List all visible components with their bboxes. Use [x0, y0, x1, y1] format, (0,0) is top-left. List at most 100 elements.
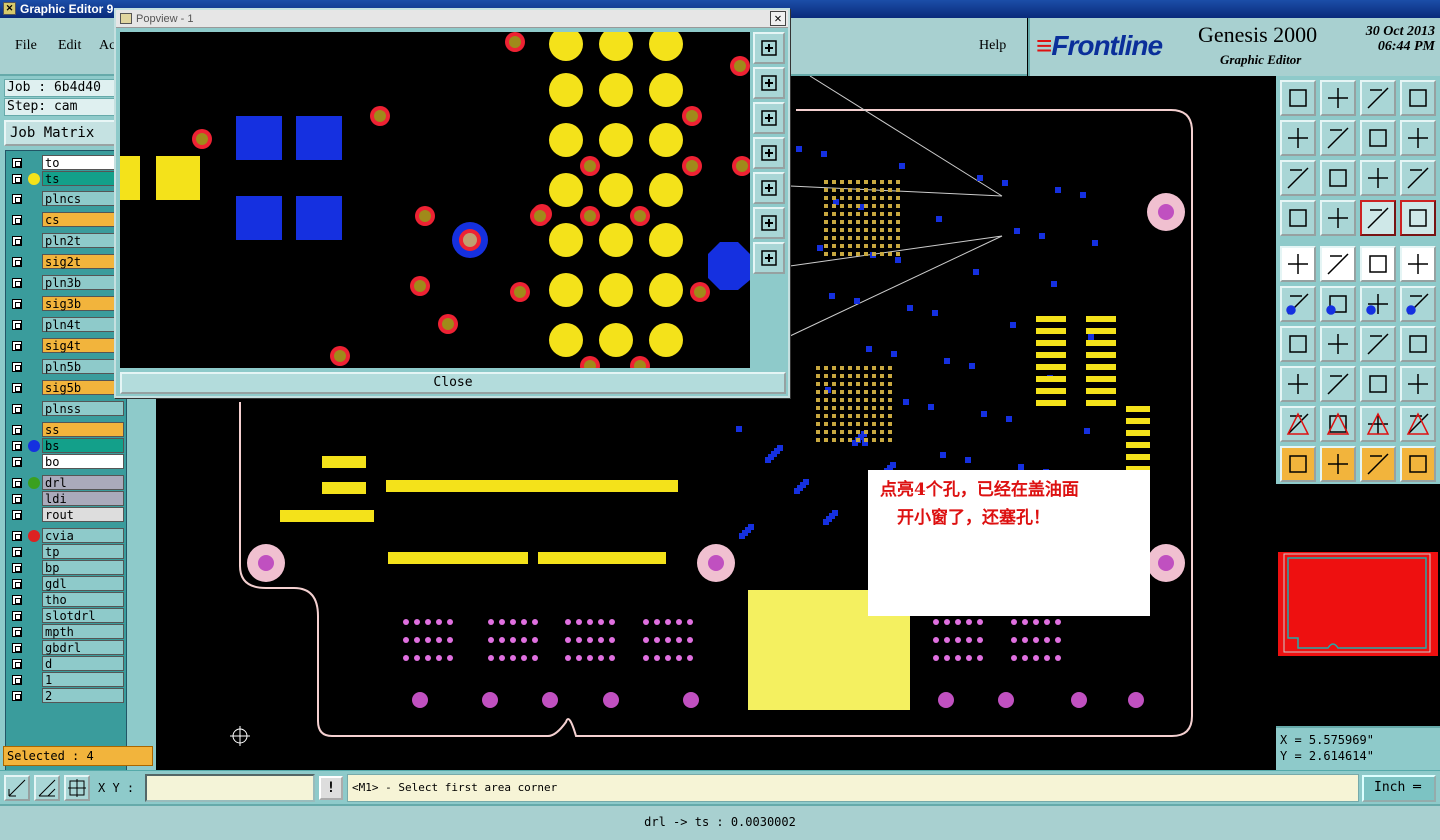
add-line-button[interactable] — [1320, 246, 1356, 282]
layer-name[interactable]: sig3b — [42, 296, 124, 311]
layer-name[interactable]: ldi — [42, 491, 124, 506]
layer-row-d[interactable]: d — [8, 656, 128, 672]
layer-name[interactable]: tho — [42, 592, 124, 607]
layer-checkbox[interactable] — [12, 257, 22, 267]
layer-checkbox[interactable] — [12, 611, 22, 621]
layer-row-cs[interactable]: cs — [8, 212, 128, 228]
layer-name[interactable]: pln4t — [42, 317, 124, 332]
layer-row-ts[interactable]: ts — [8, 171, 128, 187]
layer-checkbox[interactable] — [12, 595, 22, 605]
layer-checkbox[interactable] — [12, 215, 22, 225]
layer-name[interactable]: 1 — [42, 672, 124, 687]
layer-row-ldi[interactable]: ldi — [8, 491, 128, 507]
layer-name[interactable]: pln5b — [42, 359, 124, 374]
layer-name[interactable]: gdl — [42, 576, 124, 591]
delete-button[interactable] — [1320, 286, 1356, 322]
pan-up-button[interactable] — [753, 67, 785, 99]
path-button[interactable] — [1400, 446, 1436, 482]
net-alt-button[interactable] — [1400, 200, 1436, 236]
zoom-out-button[interactable] — [753, 242, 785, 274]
layer-row-plncs[interactable]: plncs — [8, 191, 128, 207]
pan-down-button[interactable] — [753, 102, 785, 134]
layer-row-tho[interactable]: tho — [8, 592, 128, 608]
zoom-fit-button[interactable] — [753, 207, 785, 239]
layer-row-pln4t[interactable]: pln4t — [8, 317, 128, 333]
layer-checkbox[interactable] — [12, 457, 22, 467]
snake-button[interactable] — [1400, 120, 1436, 156]
swap-button[interactable] — [1360, 120, 1396, 156]
layer-checkbox[interactable] — [12, 563, 22, 573]
net-button[interactable] — [1360, 200, 1396, 236]
grid-button[interactable] — [64, 775, 90, 801]
layer-row-tp[interactable]: tp — [8, 544, 128, 560]
layer-row-bp[interactable]: bp — [8, 560, 128, 576]
zoom-in-button[interactable] — [753, 32, 785, 64]
menu-file[interactable]: File — [15, 38, 37, 54]
copy-button[interactable] — [1400, 366, 1436, 402]
layer-row-bo[interactable]: bo — [8, 454, 128, 470]
pointer-button[interactable] — [1280, 446, 1316, 482]
layer-checkbox[interactable] — [12, 579, 22, 589]
layer-row-sig2t[interactable]: sig2t — [8, 254, 128, 270]
layer-name[interactable]: slotdrl — [42, 608, 124, 623]
layer-row-mpth[interactable]: mpth — [8, 624, 128, 640]
layer-name[interactable]: d — [42, 656, 124, 671]
layer-checkbox[interactable] — [12, 194, 22, 204]
layer-checkbox[interactable] — [12, 691, 22, 701]
layer-name[interactable]: gbdrl — [42, 640, 124, 655]
draw-line-button[interactable] — [1320, 326, 1356, 362]
snap-button[interactable] — [34, 775, 60, 801]
layer-name[interactable]: drl — [42, 475, 124, 490]
layer-checkbox[interactable] — [12, 425, 22, 435]
layer-checkbox[interactable] — [12, 659, 22, 669]
scale-button[interactable] — [1360, 366, 1396, 402]
layer-checkbox[interactable] — [12, 320, 22, 330]
layer-name[interactable]: to — [42, 155, 124, 170]
layer-row-sig3b[interactable]: sig3b — [8, 296, 128, 312]
pad-move-button[interactable] — [1280, 366, 1316, 402]
layer-checkbox[interactable] — [12, 362, 22, 372]
layer-checkbox[interactable] — [12, 547, 22, 557]
pan-left-button[interactable] — [753, 137, 785, 169]
layer-name[interactable]: sig4t — [42, 338, 124, 353]
layer-name[interactable]: sig5b — [42, 380, 124, 395]
layer-name[interactable]: ts — [42, 171, 124, 186]
layer-name[interactable]: 2 — [42, 688, 124, 703]
layer-checkbox[interactable] — [12, 383, 22, 393]
layer-name[interactable]: mpth — [42, 624, 124, 639]
layer-row-2[interactable]: 2 — [8, 688, 128, 704]
move-left-button[interactable] — [1280, 120, 1316, 156]
help-button[interactable] — [1400, 160, 1436, 196]
menu-actions[interactable]: Ac — [99, 38, 115, 54]
layer-row-pln5b[interactable]: pln5b — [8, 359, 128, 375]
layer-name[interactable]: pln2t — [42, 233, 124, 248]
layer-name[interactable]: cvia — [42, 528, 124, 543]
arc-button[interactable] — [1360, 326, 1396, 362]
layer-checkbox[interactable] — [12, 278, 22, 288]
add-pad-button[interactable] — [1280, 246, 1316, 282]
layer-checkbox[interactable] — [12, 510, 22, 520]
drc2-button[interactable] — [1320, 406, 1356, 442]
layer-row-bs[interactable]: bs — [8, 438, 128, 454]
layer-row-ss[interactable]: ss — [8, 422, 128, 438]
layer-checkbox[interactable] — [12, 236, 22, 246]
layer-checkbox[interactable] — [12, 627, 22, 637]
layer-row-cvia[interactable]: cvia — [8, 528, 128, 544]
layer-name[interactable]: cs — [42, 212, 124, 227]
popview-close-button[interactable]: Close — [120, 372, 786, 394]
layer-row-gdl[interactable]: gdl — [8, 576, 128, 592]
layer-row-plnss[interactable]: plnss — [8, 401, 128, 417]
layer-row-sig4t[interactable]: sig4t — [8, 338, 128, 354]
layer-name[interactable]: tp — [42, 544, 124, 559]
connect-button[interactable] — [1280, 286, 1316, 322]
xy-input[interactable] — [145, 774, 315, 802]
fit-button[interactable] — [1280, 160, 1316, 196]
layer-name[interactable]: ss — [42, 422, 124, 437]
move-right-button[interactable] — [1320, 120, 1356, 156]
ratio-button[interactable] — [1360, 160, 1396, 196]
unit-selector[interactable]: Inch ═ — [1362, 775, 1436, 802]
drc3-button[interactable] — [1360, 406, 1396, 442]
menu-help[interactable]: Help — [979, 38, 1006, 54]
layer-row-pln2t[interactable]: pln2t — [8, 233, 128, 249]
route-button[interactable] — [1360, 286, 1396, 322]
